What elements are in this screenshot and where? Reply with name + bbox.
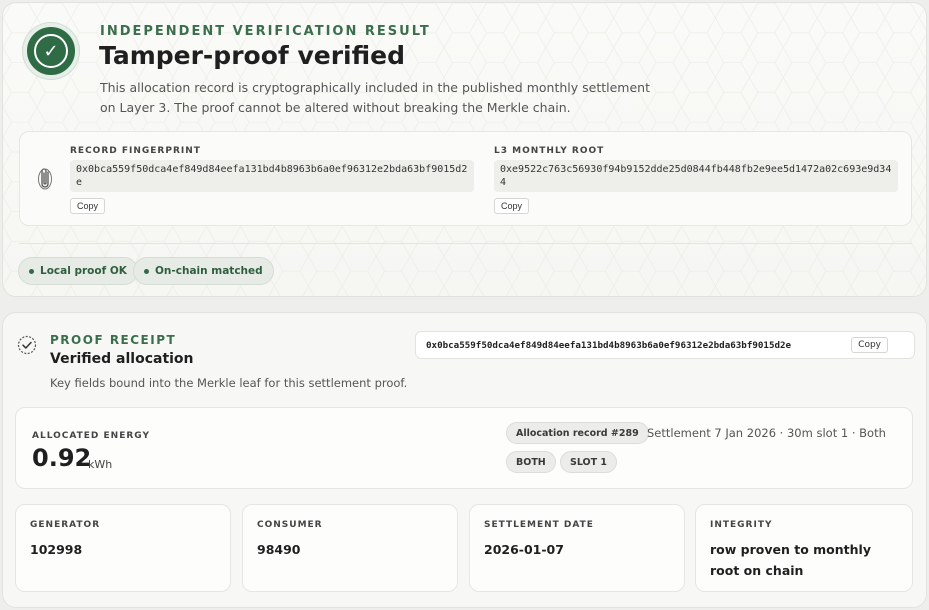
fingerprint-panel: RECORD FINGERPRINT 0x0bca559f50dca4ef849…: [19, 131, 912, 226]
allocated-energy-label: ALLOCATED ENERGY: [32, 431, 150, 441]
copy-receipt-hash-button[interactable]: Copy: [851, 337, 888, 353]
monthly-root-label: L3 MONTHLY ROOT: [494, 146, 605, 156]
consumer-label: CONSUMER: [257, 520, 323, 530]
status-dot-icon: [29, 268, 34, 274]
copy-monthly-root-button[interactable]: Copy: [494, 198, 530, 214]
settlement-text: Settlement 7 Jan 2026 · 30m slot 1 · Bot…: [647, 426, 886, 440]
receipt-eyebrow: PROOF RECEIPT: [50, 333, 177, 347]
onchain-matched-pill: On-chain matched: [133, 257, 274, 285]
verified-badge: ✓: [23, 23, 79, 79]
integrity-label: INTEGRITY: [710, 520, 773, 530]
paperclip-icon: [38, 168, 52, 190]
tag-slot: SLOT 1: [560, 451, 618, 473]
onchain-matched-label: On-chain matched: [155, 265, 263, 277]
allocated-energy-panel: ALLOCATED ENERGY 0.92 kWh Allocation rec…: [15, 407, 913, 489]
verification-title: Tamper-proof verified: [99, 41, 405, 70]
generator-value: 102998: [30, 542, 83, 557]
local-proof-label: Local proof OK: [40, 265, 127, 277]
local-proof-pill: Local proof OK: [18, 257, 138, 285]
allocated-energy-value: 0.92: [32, 444, 92, 472]
verification-card: ✓ INDEPENDENT VERIFICATION RESULT Tamper…: [2, 2, 927, 297]
consumer-stat: CONSUMER 98490: [242, 504, 458, 592]
copy-fingerprint-button[interactable]: Copy: [70, 198, 106, 214]
tag-both: BOTH: [506, 451, 556, 473]
generator-stat: GENERATOR 102998: [15, 504, 231, 592]
record-fingerprint-value: 0x0bca559f50dca4ef849d84eefa131bd4b8963b…: [70, 160, 474, 192]
allocated-energy-unit: kWh: [88, 458, 113, 471]
settlement-date-stat: SETTLEMENT DATE 2026-01-07: [469, 504, 685, 592]
integrity-value: row proven to monthly root on chain: [710, 542, 871, 578]
generator-label: GENERATOR: [30, 520, 101, 530]
allocation-record-tag: Allocation record #289: [506, 422, 649, 444]
receipt-description: Key fields bound into the Merkle leaf fo…: [50, 376, 408, 390]
receipt-check-icon: [17, 335, 37, 355]
status-dot-icon: [144, 268, 149, 274]
check-icon: ✓: [34, 34, 68, 68]
monthly-root-value: 0xe9522c763c56930f94b9152dde25d0844fb448…: [494, 160, 898, 192]
settlement-date-label: SETTLEMENT DATE: [484, 520, 594, 530]
consumer-value: 98490: [257, 542, 301, 557]
settlement-date-value: 2026-01-07: [484, 542, 564, 557]
verification-eyebrow: INDEPENDENT VERIFICATION RESULT: [100, 24, 431, 39]
divider: [19, 243, 912, 244]
integrity-stat: INTEGRITY row proven to monthly root on …: [695, 504, 913, 592]
receipt-hash-field: 0x0bca559f50dca4ef849d84eefa131bd4b8963b…: [415, 331, 915, 359]
verification-description: This allocation record is cryptographica…: [100, 80, 650, 115]
proof-receipt-card: PROOF RECEIPT Verified allocation Key fi…: [2, 312, 927, 608]
receipt-title: Verified allocation: [50, 351, 194, 367]
receipt-hash-value: 0x0bca559f50dca4ef849d84eefa131bd4b8963b…: [426, 340, 792, 351]
record-fingerprint-label: RECORD FINGERPRINT: [70, 146, 201, 156]
